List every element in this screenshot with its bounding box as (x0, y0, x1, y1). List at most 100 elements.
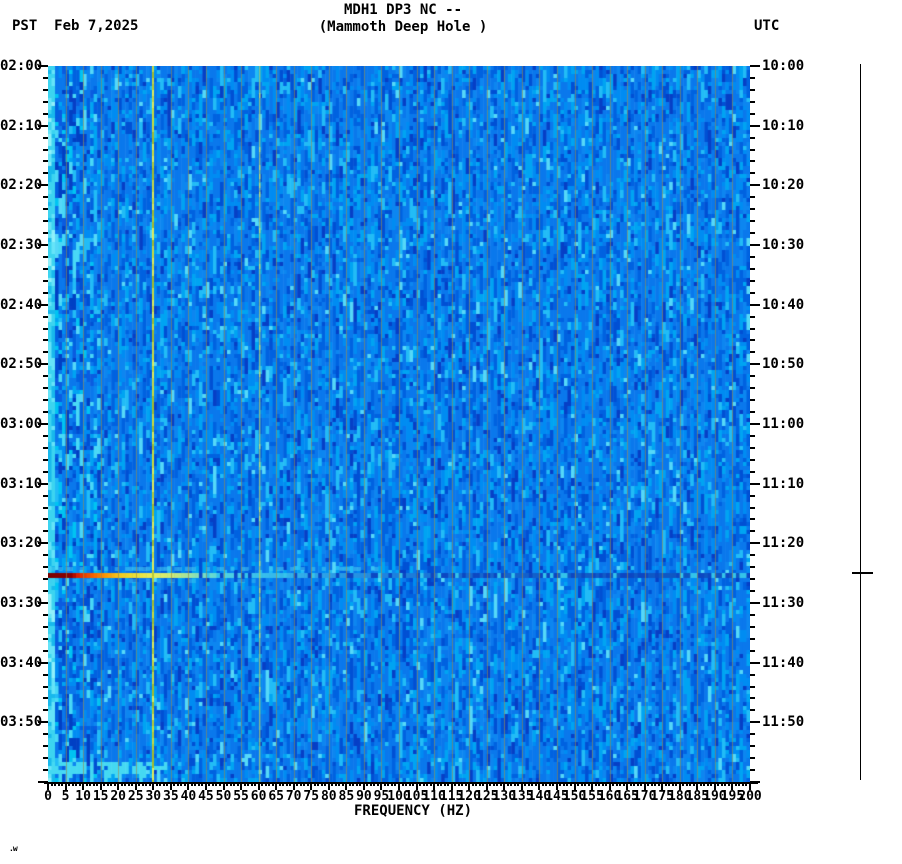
frequency-tick (408, 782, 411, 786)
time-tick-left (43, 709, 48, 712)
time-tick-left (43, 625, 48, 628)
frequency-tick (373, 782, 376, 786)
time-tick-right (750, 506, 755, 509)
time-tick-right (750, 685, 755, 688)
time-tick-right (750, 566, 755, 569)
frequency-tick (254, 782, 257, 786)
frequency-tick (633, 782, 636, 786)
time-tick-left (43, 649, 48, 652)
time-tick-left (43, 506, 48, 509)
frequency-tick (57, 782, 60, 786)
frequency-tick (654, 782, 657, 786)
time-tick-right (750, 184, 760, 187)
time-label-left: 03:10 (0, 475, 43, 492)
frequency-tick (85, 782, 88, 786)
frequency-tick-label: 40 (180, 789, 197, 804)
frequency-tick-label: 0 (44, 789, 52, 804)
time-tick-right (750, 554, 755, 557)
time-tick-left (43, 279, 48, 282)
frequency-tick (478, 782, 481, 786)
frequency-tick (496, 782, 499, 786)
frequency-tick (531, 782, 534, 786)
frequency-tick (692, 782, 695, 786)
time-tick-right (750, 76, 755, 79)
time-tick-right (750, 446, 755, 449)
time-tick-right (750, 542, 760, 545)
time-tick-left (43, 76, 48, 79)
time-tick-right (750, 530, 755, 533)
frequency-tick (559, 782, 562, 786)
time-tick-left (43, 458, 48, 461)
frequency-tick (510, 782, 513, 786)
time-tick-left (43, 136, 48, 139)
time-tick-right (750, 267, 755, 270)
frequency-tick (689, 782, 692, 786)
time-tick-left (43, 160, 48, 163)
time-tick-left (43, 255, 48, 258)
time-tick-right (750, 351, 755, 354)
time-tick-left (43, 769, 48, 772)
frequency-tick (229, 782, 232, 786)
frequency-tick (278, 782, 281, 786)
time-tick-right (750, 745, 755, 748)
frequency-tick (492, 782, 495, 786)
frequency-tick (211, 782, 214, 786)
time-tick-left (43, 530, 48, 533)
time-tick-right (750, 423, 760, 425)
time-tick-right (750, 637, 755, 640)
time-tick-right (750, 220, 755, 223)
time-tick-left (43, 613, 48, 616)
time-tick-right (750, 411, 755, 414)
frequency-tick (54, 782, 57, 786)
time-tick-right (750, 602, 760, 604)
frequency-tick (524, 782, 527, 786)
frequency-tick (548, 782, 551, 786)
time-label-right: 10:10 (762, 117, 805, 134)
frequency-tick (159, 782, 162, 786)
frequency-tick (471, 782, 474, 786)
frequency-tick (120, 782, 123, 786)
frequency-tick (727, 782, 730, 786)
time-tick-right (750, 88, 755, 91)
frequency-tick (264, 782, 267, 786)
time-tick-left (43, 220, 48, 223)
frequency-tick (647, 782, 650, 786)
time-label-right: 11:10 (762, 475, 805, 492)
frequency-tick (215, 782, 218, 786)
frequency-tick (717, 782, 720, 786)
timezone-left-label: PST (12, 18, 38, 34)
frequency-tick (401, 782, 404, 786)
frequency-tick-label: 20 (110, 789, 127, 804)
frequency-tick (155, 782, 158, 786)
time-tick-right (750, 232, 755, 235)
frequency-tick (741, 782, 744, 786)
spectrogram-page: PST Feb 7,2025 MDH1 DP3 NC -- (Mammoth D… (0, 0, 902, 864)
frequency-tick (454, 782, 457, 786)
timezone-date-left: PST Feb 7,2025 (12, 18, 138, 34)
frequency-tick (369, 782, 372, 786)
frequency-tick (236, 782, 239, 786)
frequency-tick (299, 782, 302, 786)
frequency-tick (675, 782, 678, 786)
frequency-tick (190, 782, 193, 786)
frequency-tick (359, 782, 362, 786)
frequency-tick (317, 782, 320, 786)
frequency-tick (482, 782, 485, 786)
time-tick-left (43, 172, 48, 175)
frequency-tick (419, 782, 422, 786)
time-tick-right (750, 65, 760, 67)
timezone-right-label: UTC (754, 18, 780, 34)
frequency-tick (426, 782, 429, 786)
frequency-tick (534, 782, 537, 786)
frequency-tick (734, 782, 737, 786)
time-label-left: 03:30 (0, 595, 43, 611)
frequency-tick (577, 782, 579, 786)
frequency-tick (489, 782, 492, 786)
frequency-tick (78, 782, 81, 786)
frequency-tick (436, 782, 439, 786)
time-label-right: 11:20 (762, 535, 805, 552)
frequency-tick-label: 55 (233, 789, 249, 804)
frequency-tick (682, 782, 685, 786)
time-tick-right (750, 769, 755, 772)
frequency-tick (545, 782, 548, 786)
